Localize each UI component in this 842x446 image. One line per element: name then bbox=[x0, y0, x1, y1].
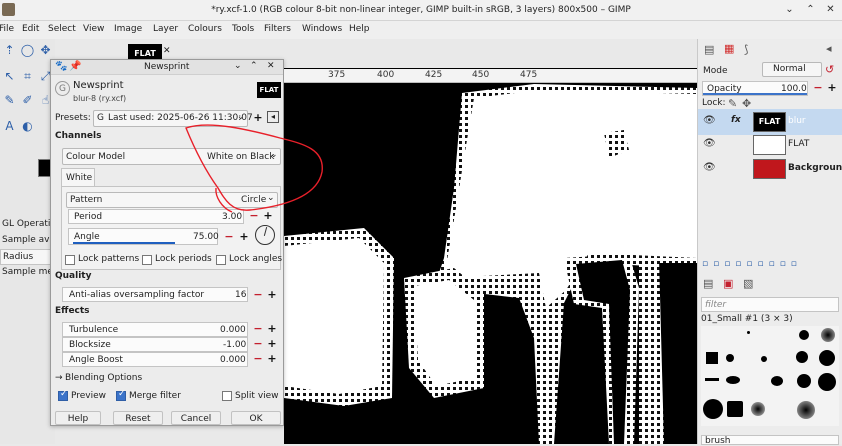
ruler-tick-425: 425 bbox=[425, 70, 443, 80]
red-annotation-stroke bbox=[185, 124, 323, 213]
top-ruler: 375 400 425 450 475 bbox=[284, 69, 697, 83]
ruler-tick-450: 450 bbox=[472, 70, 490, 80]
ruler-tick-375: 375 bbox=[328, 70, 346, 80]
ruler-tick-400: 400 bbox=[377, 70, 395, 80]
ruler-tick-475: 475 bbox=[520, 70, 538, 80]
